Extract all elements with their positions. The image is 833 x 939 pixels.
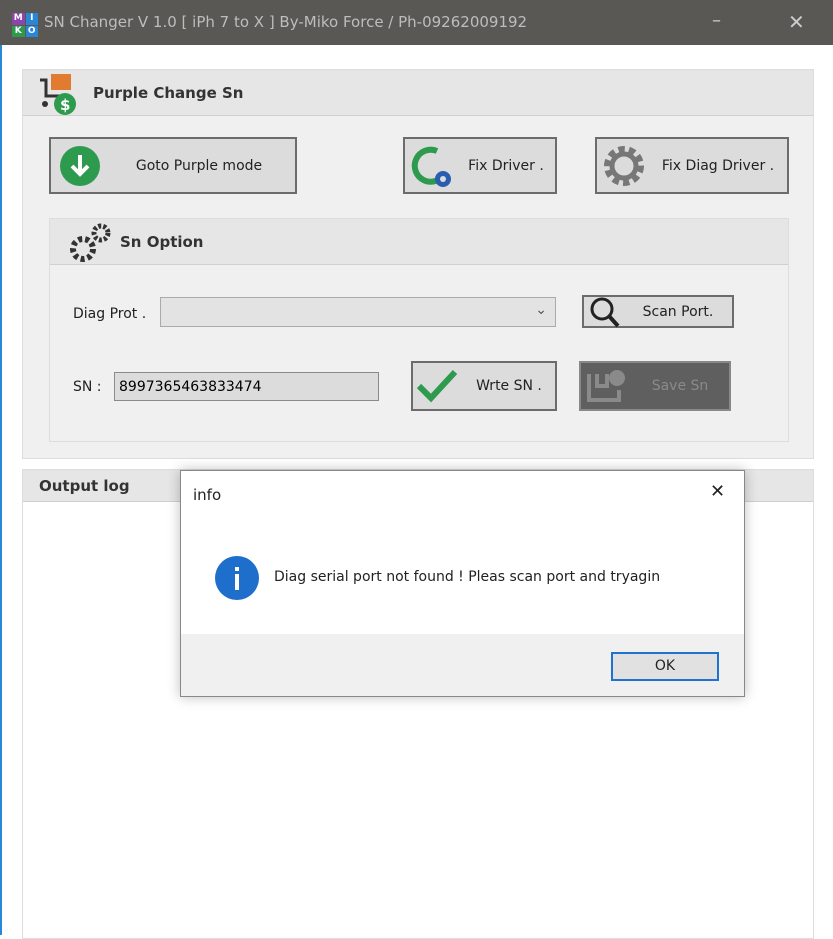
write-sn-button[interactable]: Wrte SN . xyxy=(411,361,557,411)
info-dialog: info ✕ Diag serial port not found ! Plea… xyxy=(180,470,745,697)
purple-group: $ Purple Change Sn Goto Purple mode Fix … xyxy=(22,69,814,459)
button-label: Fix Diag Driver . xyxy=(661,157,775,174)
gear-icon xyxy=(604,145,644,186)
save-sn-button[interactable]: Save Sn xyxy=(579,361,731,411)
button-label: Goto Purple mode xyxy=(135,157,263,174)
fix-diag-driver-button[interactable]: Fix Diag Driver . xyxy=(595,137,789,194)
sn-option-group: Sn Option Diag Prot . ⌄ Scan Port. SN : … xyxy=(49,218,789,442)
button-label: Save Sn xyxy=(651,378,709,394)
download-arrow-icon xyxy=(60,145,100,186)
refresh-gear-icon xyxy=(411,146,451,187)
fix-driver-button[interactable]: Fix Driver . xyxy=(403,137,557,194)
dialog-message: Diag serial port not found ! Pleas scan … xyxy=(274,569,661,585)
button-label: Fix Driver . xyxy=(468,157,544,174)
sn-input[interactable] xyxy=(114,372,379,401)
checkmark-icon xyxy=(416,369,458,403)
dialog-footer: OK xyxy=(181,634,744,696)
svg-text:$: $ xyxy=(60,96,70,114)
gears-icon xyxy=(70,223,111,262)
diag-port-label: Diag Prot . xyxy=(73,306,147,322)
diag-port-select[interactable]: ⌄ xyxy=(160,297,556,327)
logo-letter: O xyxy=(25,25,38,37)
cart-dollar-icon: $ xyxy=(40,74,76,115)
goto-purple-mode-button[interactable]: Goto Purple mode xyxy=(49,137,297,194)
logo-letter: I xyxy=(25,13,38,25)
ok-button[interactable]: OK xyxy=(611,652,719,681)
sn-option-title: Sn Option xyxy=(120,233,204,251)
minimize-button[interactable]: – xyxy=(712,10,721,31)
scan-port-button[interactable]: Scan Port. xyxy=(582,295,734,328)
purple-group-title: Purple Change Sn xyxy=(93,84,244,102)
save-chat-icon xyxy=(587,370,625,402)
dialog-close-button[interactable]: ✕ xyxy=(710,481,725,502)
sn-label: SN : xyxy=(73,379,102,395)
dialog-title: info xyxy=(193,486,222,504)
info-icon xyxy=(215,556,259,600)
button-label: Scan Port. xyxy=(642,303,714,320)
close-button[interactable]: ✕ xyxy=(788,10,805,34)
chevron-down-icon: ⌄ xyxy=(535,302,547,318)
app-logo: M I K O xyxy=(12,13,38,37)
logo-letter: M xyxy=(12,13,25,25)
title-bar: M I K O SN Changer V 1.0 [ iPh 7 to X ] … xyxy=(0,0,833,45)
button-label: Wrte SN . xyxy=(476,378,542,394)
sn-option-header: Sn Option xyxy=(50,219,788,265)
purple-group-header: $ Purple Change Sn xyxy=(23,70,813,116)
logo-letter: K xyxy=(12,25,25,37)
window-title: SN Changer V 1.0 [ iPh 7 to X ] By-Miko … xyxy=(44,13,528,31)
search-icon xyxy=(590,297,620,327)
